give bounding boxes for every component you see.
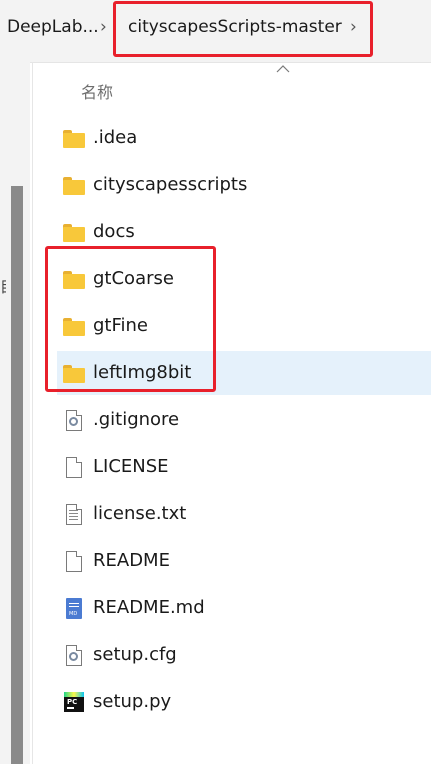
file-name: cityscapesscripts: [93, 174, 248, 195]
folder-icon: [63, 175, 85, 197]
breadcrumb-parent[interactable]: DeepLab...: [7, 17, 99, 37]
file-row[interactable]: .gitignore: [57, 398, 431, 442]
folder-icon: [63, 128, 85, 150]
pycharm-badge: PC: [67, 698, 78, 706]
file-name: .gitignore: [93, 409, 180, 430]
column-header-name[interactable]: 名称: [81, 79, 113, 103]
settings-file-icon: [63, 645, 85, 667]
annotation-highlight-breadcrumb: [113, 1, 373, 57]
file-row[interactable]: MD README.md: [57, 586, 431, 630]
file-name: setup.py: [93, 691, 172, 712]
file-name: LICENSE: [93, 456, 169, 477]
nav-scrollbar-thumb[interactable]: [11, 186, 23, 764]
file-row[interactable]: license.txt: [57, 492, 431, 536]
file-name: docs: [93, 221, 135, 242]
blank-file-icon: [63, 551, 85, 573]
file-row[interactable]: cityscapesscripts: [57, 163, 431, 207]
file-name: README: [93, 550, 170, 571]
markdown-file-icon: MD: [63, 598, 85, 620]
file-name: README.md: [93, 597, 205, 618]
file-name: .idea: [93, 127, 138, 148]
pycharm-file-icon: PC: [63, 692, 85, 714]
file-row[interactable]: setup.cfg: [57, 633, 431, 677]
markdown-badge: MD: [69, 611, 78, 617]
breadcrumb-separator-icon[interactable]: ›: [100, 17, 107, 37]
file-name: license.txt: [93, 503, 187, 524]
blank-file-icon: [63, 457, 85, 479]
file-row[interactable]: README: [57, 539, 431, 583]
text-file-icon: [63, 504, 85, 526]
file-row[interactable]: .idea: [57, 116, 431, 160]
nav-item-label: 目: [0, 276, 6, 297]
pane-divider[interactable]: [32, 62, 33, 764]
folder-icon: [63, 222, 85, 244]
settings-file-icon: [63, 410, 85, 432]
sort-ascending-icon: [276, 65, 290, 73]
file-row[interactable]: PC setup.py: [57, 680, 431, 724]
file-row[interactable]: LICENSE: [57, 445, 431, 489]
file-name: setup.cfg: [93, 644, 177, 665]
annotation-highlight-dataset-folders: [45, 246, 216, 392]
